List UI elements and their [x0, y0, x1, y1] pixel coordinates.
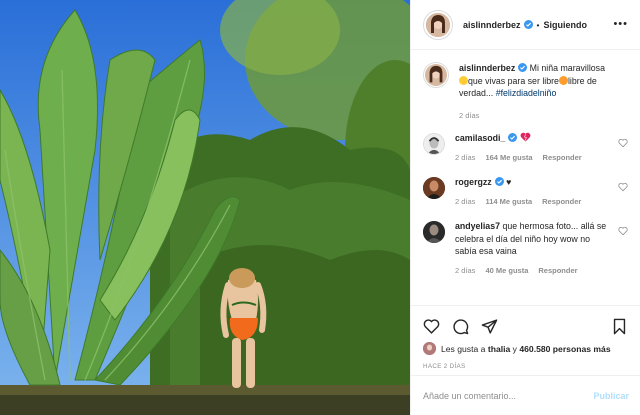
more-options-icon[interactable]: ••• [613, 19, 628, 30]
comment-body: andyelias7 que hermosa foto... allá se c… [455, 220, 628, 277]
comment-input[interactable] [423, 390, 594, 401]
heart-emoji-icon [520, 132, 531, 142]
comment-icon[interactable] [452, 318, 469, 335]
following-button[interactable]: Siguiendo [544, 20, 588, 30]
comment-meta: 2 días 40 Me gusta Responder [455, 265, 610, 278]
post-timestamp[interactable]: HACE 2 DÍAS [423, 363, 628, 370]
comment-avatar[interactable] [423, 177, 445, 199]
post-side-panel: aislinnderbez • Siguiendo ••• aislinnder… [410, 0, 640, 415]
comment-text: camilasodi_ [455, 132, 610, 145]
post-header: aislinnderbez • Siguiendo ••• [411, 0, 640, 50]
reply-button[interactable]: Responder [543, 152, 582, 165]
comment-avatar[interactable] [423, 133, 445, 155]
comment-content: ♥ [506, 177, 512, 187]
photo-illustration [0, 0, 410, 415]
caption-row: aislinnderbez Mi niña maravillosa que vi… [423, 62, 628, 122]
likes-prefix: Les gusta a [441, 343, 486, 354]
author-avatar[interactable] [426, 12, 450, 37]
comment-username[interactable]: rogergzz [455, 177, 492, 187]
caption-body: aislinnderbez Mi niña maravillosa que vi… [459, 62, 628, 122]
author-avatar-ring[interactable] [423, 9, 453, 40]
comment-row: rogergzz ♥ 2 días 114 Me gusta Responder [423, 176, 628, 208]
verified-badge-icon [508, 133, 518, 142]
liker-avatar[interactable] [423, 342, 436, 355]
add-comment-bar: Publicar [411, 375, 640, 415]
avatar-image [425, 64, 447, 86]
caption-time[interactable]: 2 días [459, 110, 479, 123]
comment-likes[interactable]: 164 Me gusta [485, 152, 532, 165]
comment-body: camilasodi_ 2 días 164 Me gusta Responde… [455, 132, 628, 164]
comment-text: rogergzz ♥ [455, 176, 610, 189]
likes-conjunction: y [512, 343, 517, 354]
share-icon[interactable] [481, 318, 498, 335]
avatar-image [426, 12, 450, 37]
comment-avatar[interactable] [423, 221, 445, 243]
comment-likes[interactable]: 114 Me gusta [485, 196, 532, 209]
verified-badge-icon [494, 177, 504, 186]
comment-time[interactable]: 2 días [455, 265, 475, 278]
comment-text: andyelias7 que hermosa foto... allá se c… [455, 220, 610, 258]
comment-body: rogergzz ♥ 2 días 114 Me gusta Responder [455, 176, 628, 208]
heart-eyes-emoji-icon [558, 75, 568, 85]
caption-avatar-ring[interactable] [423, 62, 449, 88]
hashtag-link[interactable]: #felizdiadelniño [496, 88, 557, 98]
instagram-post: aislinnderbez • Siguiendo ••• aislinnder… [0, 0, 640, 415]
caption-username[interactable]: aislinnderbez [459, 63, 515, 73]
like-comment-heart-icon[interactable] [618, 138, 628, 148]
avatar-image [424, 134, 444, 154]
caption-meta: 2 días [459, 110, 610, 123]
post-photo[interactable] [0, 0, 410, 415]
comment-row: andyelias7 que hermosa foto... allá se c… [423, 220, 628, 277]
avatar-image [423, 342, 436, 355]
caption-text-1: Mi niña maravillosa [529, 63, 605, 73]
bookmark-icon[interactable] [611, 318, 628, 335]
separator-dot: • [536, 19, 540, 30]
caption-avatar[interactable] [425, 64, 447, 86]
comments-section: aislinnderbez Mi niña maravillosa que vi… [411, 50, 640, 305]
like-comment-heart-icon[interactable] [618, 182, 628, 192]
likes-summary: Les gusta a thalia y 460.580 personas má… [423, 342, 628, 355]
reply-button[interactable]: Responder [542, 196, 581, 209]
heart-icon[interactable] [423, 318, 440, 335]
comment-username[interactable]: camilasodi_ [455, 133, 505, 143]
comment-meta: 2 días 164 Me gusta Responder [455, 152, 610, 165]
comment-meta: 2 días 114 Me gusta Responder [455, 196, 610, 209]
likes-count[interactable]: 460.580 personas más [519, 344, 610, 354]
verified-badge-icon [523, 20, 533, 29]
reply-button[interactable]: Responder [538, 265, 577, 278]
action-icons [423, 314, 628, 338]
comment-likes[interactable]: 40 Me gusta [485, 265, 528, 278]
avatar-image [423, 221, 445, 243]
smiling-face-emoji-icon [459, 75, 468, 85]
liker-username[interactable]: thalia [488, 344, 510, 354]
caption-text-2: que vivas para ser libre [468, 75, 559, 86]
publish-button[interactable]: Publicar [593, 391, 629, 401]
avatar-image [423, 177, 445, 199]
verified-badge-icon [518, 63, 528, 72]
caption-text: aislinnderbez Mi niña maravillosa que vi… [459, 62, 610, 100]
author-username[interactable]: aislinnderbez [463, 20, 521, 30]
comment-time[interactable]: 2 días [455, 196, 475, 209]
comment-row: camilasodi_ 2 días 164 Me gusta Responde… [423, 132, 628, 164]
comment-username[interactable]: andyelias7 [455, 221, 500, 231]
comment-time[interactable]: 2 días [455, 152, 475, 165]
like-comment-heart-icon[interactable] [618, 226, 628, 236]
